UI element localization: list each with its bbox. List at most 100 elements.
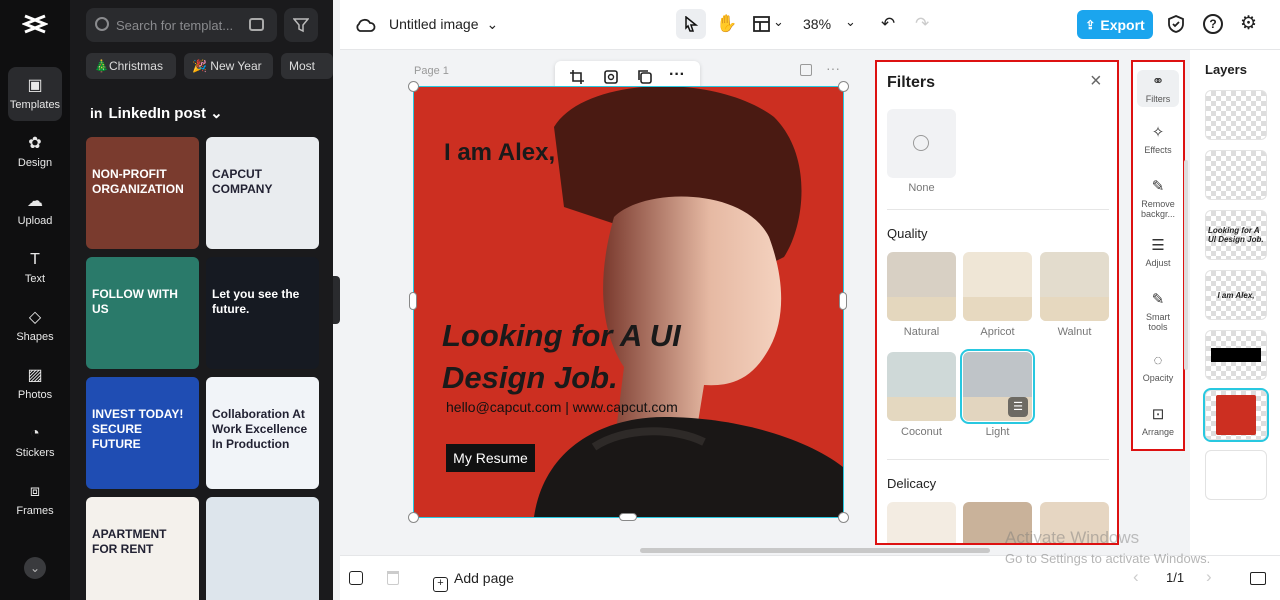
filter-button[interactable] [284, 8, 318, 42]
category-dropdown[interactable]: in LinkedIn post ⌄ [90, 104, 223, 122]
chip-most[interactable]: Most [281, 53, 333, 79]
layer-thumb[interactable] [1205, 450, 1267, 500]
pages-view-icon[interactable] [1250, 572, 1266, 585]
rail-item-templates[interactable]: ▣ Templates [8, 67, 62, 121]
chevron-down-icon[interactable]: ⌄ [773, 14, 793, 34]
tool-filters[interactable]: ⚭ Filters [1137, 70, 1179, 107]
resize-handle-br[interactable] [838, 512, 849, 523]
crop-icon[interactable] [569, 69, 585, 85]
layer-thumb[interactable]: I am Alex, [1205, 270, 1267, 320]
chevron-down-icon: ⌄ [486, 16, 499, 32]
tool-opacity[interactable]: ◌ Opacity [1137, 352, 1179, 383]
layer-thumb[interactable] [1205, 330, 1267, 380]
trash-icon [387, 571, 399, 585]
layer-image-preview [1216, 395, 1256, 435]
filter-walnut[interactable] [1040, 252, 1109, 321]
resume-button-element[interactable]: My Resume [446, 444, 535, 472]
filter-apricot[interactable] [963, 252, 1032, 321]
tool-smart-tools[interactable]: ✎ Smart tools [1137, 291, 1179, 332]
close-icon[interactable]: × [1090, 70, 1102, 93]
cloud-icon[interactable] [354, 15, 376, 35]
rail-item-design[interactable]: ✿ Design [8, 125, 62, 179]
export-button[interactable]: ⇪ Export [1077, 10, 1153, 39]
chip-christmas[interactable]: 🎄Christmas [86, 53, 176, 79]
duplicate-page-icon[interactable] [800, 64, 812, 76]
undo-icon[interactable]: ↶ [881, 14, 901, 34]
tool-effects[interactable]: ✧ Effects [1137, 124, 1179, 155]
image-search-icon[interactable] [249, 18, 264, 31]
remove-background-icon: ✎ [1151, 178, 1165, 195]
photos-icon: ▨ [27, 367, 43, 384]
capcut-logo[interactable] [20, 12, 50, 36]
select-tool-button[interactable] [676, 9, 706, 39]
filter-coconut[interactable] [887, 352, 956, 421]
search-input[interactable]: Search for templat... [86, 8, 277, 42]
name-text[interactable]: I am Alex, [444, 139, 555, 167]
help-icon[interactable]: ? [1203, 14, 1223, 34]
template-card[interactable]: Let you see the future. [206, 257, 319, 369]
zoom-level[interactable]: 38% [803, 16, 831, 32]
upload-icon: ⇪ [1085, 17, 1096, 32]
template-card-text: INVEST TODAY! SECURE FUTURE [92, 407, 184, 451]
tools-scrollbar[interactable] [1184, 160, 1188, 370]
resize-handle-right[interactable] [839, 292, 847, 310]
page-more-icon[interactable]: ··· [826, 60, 840, 76]
add-page-button[interactable]: + Add page [433, 570, 514, 592]
rail-item-photos[interactable]: ▨ Photos [8, 357, 62, 411]
document-title[interactable]: Untitled image ⌄ [389, 16, 498, 33]
layer-thumb[interactable] [1203, 388, 1269, 442]
template-card[interactable] [206, 497, 319, 600]
rail-item-upload[interactable]: ☁ Upload [8, 183, 62, 237]
resize-handle-bl[interactable] [408, 512, 419, 523]
template-card-text: Let you see the future. [212, 287, 300, 316]
resize-handle-tr[interactable] [838, 81, 849, 92]
template-card[interactable]: INVEST TODAY! SECURE FUTURE [86, 377, 199, 489]
layers-title: Layers [1205, 62, 1247, 77]
filter-delicacy-item[interactable] [887, 502, 956, 543]
filter-none[interactable] [887, 109, 956, 178]
tool-adjust[interactable]: ☰ Adjust [1137, 237, 1179, 268]
tool-arrange[interactable]: ⊡ Arrange [1137, 406, 1179, 437]
rail-item-text[interactable]: T Text [8, 241, 62, 295]
layer-thumb[interactable] [1205, 150, 1267, 200]
chip-new-year[interactable]: 🎉 New Year [184, 53, 273, 79]
adjust-filter-icon[interactable]: ☰ [1008, 397, 1028, 417]
zoom-dropdown-icon[interactable]: ⌄ [845, 14, 865, 34]
headline-text[interactable]: Looking for A UI Design Job. [442, 315, 702, 399]
rail-item-shapes[interactable]: ◇ Shapes [8, 299, 62, 353]
replace-icon[interactable] [603, 69, 619, 85]
resize-handle-left[interactable] [409, 292, 417, 310]
rail-item-stickers[interactable]: ◔ Stickers [8, 415, 62, 469]
resize-handle-bottom[interactable] [619, 513, 637, 521]
filter-preview [887, 297, 956, 321]
contact-text[interactable]: hello@capcut.com | www.capcut.com [446, 399, 678, 415]
shield-icon[interactable] [1166, 14, 1186, 34]
category-label: LinkedIn post [108, 105, 206, 122]
tool-remove-backgr[interactable]: ✎ Remove backgr... [1137, 178, 1179, 219]
more-icon[interactable]: ··· [669, 66, 685, 84]
filter-natural[interactable] [887, 252, 956, 321]
shapes-icon: ◇ [28, 309, 42, 326]
template-card[interactable]: CAPCUT COMPANY [206, 137, 319, 249]
rail-item-frames[interactable]: ⧈ Frames [8, 473, 62, 527]
copy-icon[interactable] [637, 69, 653, 85]
gear-icon[interactable]: ⚙ [1240, 14, 1260, 34]
duplicate-icon[interactable] [349, 571, 363, 585]
artboard[interactable]: I am Alex, Looking for A UI Design Job. … [413, 86, 844, 518]
next-page-icon: › [1206, 567, 1212, 586]
layer-thumb[interactable]: Looking for A UI Design Job. [1205, 210, 1267, 260]
template-card[interactable]: Collaboration At Work Excellence In Prod… [206, 377, 319, 489]
layer-thumb[interactable] [1205, 90, 1267, 140]
layout-icon[interactable] [752, 14, 772, 34]
rail-more-icon[interactable]: ⌄ [24, 557, 46, 579]
template-card[interactable]: NON-PROFIT ORGANIZATION [86, 137, 199, 249]
template-card[interactable]: APARTMENT FOR RENT [86, 497, 199, 600]
panel-collapse-handle[interactable] [333, 276, 340, 324]
template-card[interactable]: FOLLOW WITH US [86, 257, 199, 369]
filter-light[interactable]: ☰ [960, 349, 1035, 424]
horizontal-scrollbar[interactable] [640, 548, 990, 553]
hand-tool-icon[interactable]: ✋ [716, 14, 737, 34]
resize-handle-tl[interactable] [408, 81, 419, 92]
page-counter: 1/1 [1166, 570, 1185, 585]
template-card-text: Collaboration At Work Excellence In Prod… [212, 407, 308, 451]
